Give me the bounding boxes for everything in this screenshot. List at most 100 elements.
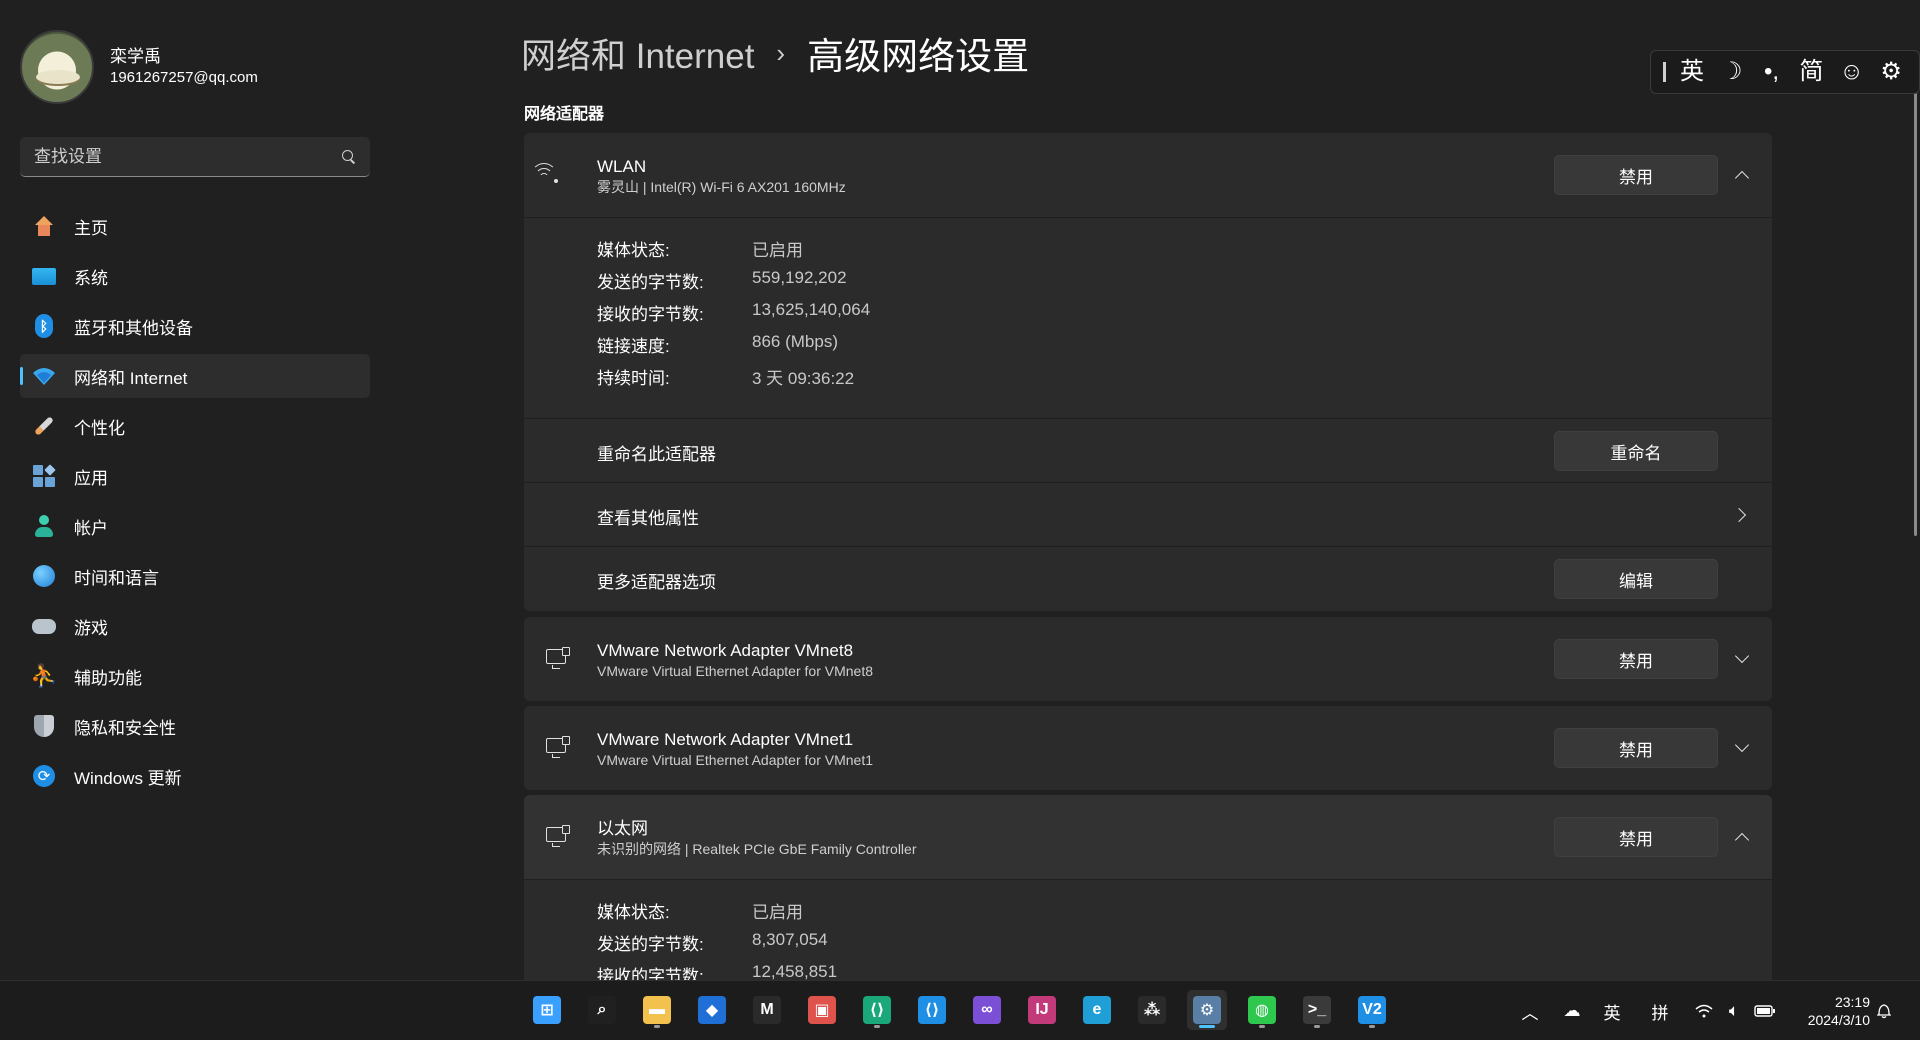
battery-icon[interactable] bbox=[1752, 981, 1778, 1040]
onedrive-cloud-icon[interactable]: ☁ bbox=[1558, 981, 1586, 1040]
sidebar-item-accounts[interactable]: 帐户 bbox=[20, 504, 370, 548]
taskbar-visual-studio[interactable]: ∞ bbox=[967, 990, 1007, 1030]
wifi-icon bbox=[32, 364, 56, 388]
adapter-card-ethernet: 以太网 未识别的网络 | Realtek PCIe GbE Family Con… bbox=[524, 795, 1772, 980]
update-icon: ⟳ bbox=[32, 764, 56, 788]
taskbar-vnc-viewer[interactable]: V2 bbox=[1352, 990, 1392, 1030]
app-blue-diamonds-icon: ◆ bbox=[698, 996, 726, 1024]
disable-button[interactable]: 禁用 bbox=[1554, 817, 1718, 857]
intellij-idea-icon: IJ bbox=[1028, 996, 1056, 1024]
property-key: 媒体状态: bbox=[597, 241, 670, 260]
view-more-properties-row[interactable]: 查看其他属性 bbox=[524, 482, 1772, 546]
globe-clock-icon bbox=[32, 564, 56, 588]
property-value: 已启用 bbox=[752, 903, 803, 922]
taskbar-file-explorer[interactable]: ▬ bbox=[637, 990, 677, 1030]
network-adapter-icon bbox=[544, 825, 572, 849]
ime-drag-handle[interactable] bbox=[1663, 62, 1666, 82]
sidebar-item-bluetooth[interactable]: ᛒ 蓝牙和其他设备 bbox=[20, 304, 370, 348]
sidebar-item-time-language[interactable]: 时间和语言 bbox=[20, 554, 370, 598]
vertical-scrollbar[interactable] bbox=[1914, 78, 1917, 536]
taskbar-start-button[interactable]: ⊞ bbox=[527, 990, 567, 1030]
property-row: 接收的字节数: 13,625,140,064 bbox=[597, 300, 870, 325]
taskbar-wechat[interactable]: ◍ bbox=[1242, 990, 1282, 1030]
chevron-down-icon[interactable] bbox=[1732, 738, 1752, 758]
taskbar-app-colorful-cube[interactable]: ▣ bbox=[802, 990, 842, 1030]
disable-button[interactable]: 禁用 bbox=[1554, 728, 1718, 768]
adapter-header[interactable]: WLAN 雾灵山 | Intel(R) Wi-Fi 6 AX201 160MHz… bbox=[524, 133, 1772, 217]
taskbar-terminal[interactable]: >_ bbox=[1297, 990, 1337, 1030]
view-more-properties-label: 查看其他属性 bbox=[597, 509, 699, 528]
taskbar-intellij-idea[interactable]: IJ bbox=[1022, 990, 1062, 1030]
bluetooth-icon: ᛒ bbox=[32, 314, 56, 338]
volume-icon[interactable]: 🔈︎ bbox=[1722, 981, 1746, 1040]
sidebar-item-label: 时间和语言 bbox=[74, 568, 159, 588]
ime-simplified-toggle[interactable]: 简 bbox=[1799, 60, 1823, 84]
emoji-icon[interactable]: ☺ bbox=[1839, 60, 1864, 84]
user-name: 栾学禹 bbox=[110, 47, 161, 66]
ime-pinyin-indicator[interactable]: 拼 bbox=[1648, 981, 1672, 1040]
avatar[interactable] bbox=[20, 30, 94, 104]
chevron-up-icon[interactable] bbox=[1732, 165, 1752, 185]
wifi-icon bbox=[531, 163, 572, 187]
search-icon[interactable] bbox=[342, 149, 356, 164]
sidebar-item-label: 个性化 bbox=[74, 418, 125, 438]
adapter-header[interactable]: VMware Network Adapter VMnet1 VMware Vir… bbox=[524, 706, 1772, 790]
search-input[interactable] bbox=[34, 146, 342, 167]
taskbar: ⊞ ⌕ ▬ ◆ M ▣ ⟨⟩ ⟨⟩ ∞ IJ e ⁂ ⚙ ◍ >_ V2 ︿ ☁ 英 拼 🔈︎ 23:19 2… bbox=[0, 980, 1920, 1040]
app-typora-icon: M bbox=[753, 996, 781, 1024]
disable-button[interactable]: 禁用 bbox=[1554, 155, 1718, 195]
clock-time: 23:19 bbox=[1834, 994, 1870, 1010]
sidebar-item-label: 主页 bbox=[74, 218, 108, 238]
sidebar-item-apps[interactable]: 应用 bbox=[20, 454, 370, 498]
ime-mode-indicator[interactable]: 英 bbox=[1600, 981, 1624, 1040]
taskbar-vscode[interactable]: ⟨⟩ bbox=[912, 990, 952, 1030]
punctuation-icon[interactable]: •, bbox=[1760, 60, 1784, 84]
adapter-card-wlan: WLAN 雾灵山 | Intel(R) Wi-Fi 6 AX201 160MHz… bbox=[524, 133, 1772, 611]
property-value: 559,192,202 bbox=[752, 268, 847, 287]
edit-button[interactable]: 编辑 bbox=[1554, 559, 1718, 599]
sidebar-item-windows-update[interactable]: ⟳ Windows 更新 bbox=[20, 754, 370, 798]
property-row: 发送的字节数: 8,307,054 bbox=[597, 930, 828, 955]
start-button-icon: ⊞ bbox=[533, 996, 561, 1024]
sidebar-item-personalization[interactable]: 个性化 bbox=[20, 404, 370, 448]
adapter-header[interactable]: VMware Network Adapter VMnet8 VMware Vir… bbox=[524, 617, 1772, 701]
adapter-properties: 媒体状态: 已启用 发送的字节数: 559,192,202 接收的字节数: 13… bbox=[524, 218, 1772, 418]
taskbar-settings[interactable]: ⚙ bbox=[1187, 990, 1227, 1030]
disable-button[interactable]: 禁用 bbox=[1554, 639, 1718, 679]
system-clock[interactable]: 23:19 2024/3/10 bbox=[1790, 993, 1870, 1029]
chevron-down-icon[interactable] bbox=[1732, 649, 1752, 669]
adapter-header[interactable]: 以太网 未识别的网络 | Realtek PCIe GbE Family Con… bbox=[524, 795, 1772, 879]
taskbar-vscode-green[interactable]: ⟨⟩ bbox=[857, 990, 897, 1030]
search-box[interactable] bbox=[20, 137, 370, 177]
accessibility-icon: ⛹ bbox=[30, 663, 58, 688]
sidebar-item-gaming[interactable]: 游戏 bbox=[20, 604, 370, 648]
chevron-up-icon[interactable]: ︿ bbox=[1518, 981, 1542, 1040]
ime-language-toggle[interactable]: 英 bbox=[1680, 60, 1704, 84]
user-email: 1961267257@qq.com bbox=[110, 69, 258, 86]
property-row: 发送的字节数: 559,192,202 bbox=[597, 268, 847, 293]
property-row: 接收的字节数: 12,458,851 bbox=[597, 962, 837, 980]
rename-button[interactable]: 重命名 bbox=[1554, 431, 1718, 471]
taskbar-app-blue-diamonds[interactable]: ◆ bbox=[692, 990, 732, 1030]
wifi-icon[interactable] bbox=[1692, 981, 1716, 1040]
moon-icon[interactable]: ☽ bbox=[1720, 60, 1744, 84]
more-adapter-options-row: 更多适配器选项 编辑 bbox=[524, 546, 1772, 610]
taskbar-app-typora[interactable]: M bbox=[747, 990, 787, 1030]
taskbar-app-network-nodes[interactable]: ⁂ bbox=[1132, 990, 1172, 1030]
user-profile[interactable]: 栾学禹 1961267257@qq.com bbox=[20, 30, 258, 104]
sidebar-item-privacy[interactable]: 隐私和安全性 bbox=[20, 704, 370, 748]
apps-icon bbox=[32, 464, 56, 488]
notification-bell-icon[interactable] bbox=[1872, 981, 1896, 1040]
settings-icon: ⚙ bbox=[1193, 996, 1221, 1024]
gear-icon[interactable]: ⚙ bbox=[1879, 60, 1903, 84]
adapter-description: 雾灵山 | Intel(R) Wi-Fi 6 AX201 160MHz bbox=[597, 179, 846, 195]
taskbar-edge-browser[interactable]: e bbox=[1077, 990, 1117, 1030]
chevron-up-icon[interactable] bbox=[1732, 827, 1752, 847]
sidebar-item-home[interactable]: 主页 bbox=[20, 204, 370, 248]
property-key: 媒体状态: bbox=[597, 903, 670, 922]
taskbar-search-button[interactable]: ⌕ bbox=[582, 990, 622, 1030]
breadcrumb-parent[interactable]: 网络和 Internet bbox=[521, 28, 754, 79]
sidebar-item-accessibility[interactable]: ⛹ 辅助功能 bbox=[20, 654, 370, 698]
sidebar-item-system[interactable]: 系统 bbox=[20, 254, 370, 298]
sidebar-item-network[interactable]: 网络和 Internet bbox=[20, 354, 370, 398]
